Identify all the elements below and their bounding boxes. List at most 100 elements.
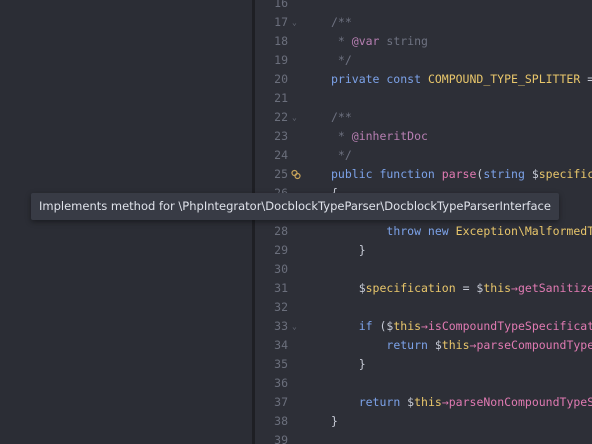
code-text: } <box>331 355 366 374</box>
code-token: /** <box>331 15 352 29</box>
line-number: 17 <box>274 15 288 29</box>
code-token: } <box>331 243 366 257</box>
code-line[interactable]: 21 <box>255 89 592 108</box>
code-token: specification <box>365 281 456 295</box>
code-text: throw new Exception\MalformedTyp <box>331 222 592 241</box>
code-line[interactable]: 32 <box>255 298 592 317</box>
code-token: this <box>483 281 512 295</box>
code-line[interactable]: 36 <box>255 374 592 393</box>
code-token: Exception\MalformedTyp <box>455 224 592 238</box>
code-line[interactable]: 31 $specification = $this→getSanitized <box>255 279 592 298</box>
code-line[interactable]: 28 throw new Exception\MalformedTyp <box>255 222 592 241</box>
code-text: if ($this→isCompoundTypeSpecificati <box>331 317 592 336</box>
line-number: 24 <box>274 148 288 162</box>
fold-chevron-icon[interactable]: ⌄ <box>292 108 297 127</box>
code-text: } <box>331 241 366 260</box>
code-line[interactable]: 38} <box>255 412 592 431</box>
code-text: return $this→parseCompoundType <box>331 336 592 355</box>
code-text: /** <box>331 108 352 127</box>
code-text: * @var string <box>331 32 428 51</box>
code-line[interactable]: 24 */ <box>255 146 592 165</box>
code-token: public function <box>331 167 442 181</box>
code-text: * @inheritDoc <box>331 127 428 146</box>
code-text: */ <box>331 146 352 165</box>
code-token: → <box>441 395 449 409</box>
code-text: /** <box>331 13 352 32</box>
code-line[interactable]: 30 <box>255 260 592 279</box>
line-number: 18 <box>274 34 288 48</box>
code-text: private const COMPOUND_TYPE_SPLITTER = ' <box>331 70 592 89</box>
fold-chevron-icon[interactable]: ⌄ <box>292 13 297 32</box>
line-number: 36 <box>274 376 288 390</box>
code-token: if <box>358 319 380 333</box>
code-token: string <box>379 34 428 48</box>
code-token: string <box>483 167 532 181</box>
code-text: } <box>331 412 338 431</box>
code-line[interactable]: 25 public function parse(string $specific… <box>255 165 592 184</box>
code-line[interactable]: 29 } <box>255 241 592 260</box>
line-number: 28 <box>274 224 288 238</box>
line-number: 22 <box>274 110 288 124</box>
code-token: COMPOUND_TYPE_SPLITTER <box>427 72 581 86</box>
code-token: this <box>441 338 470 352</box>
line-number: 23 <box>274 129 288 143</box>
code-token: getSanitized <box>517 281 592 295</box>
code-token: } <box>331 414 338 428</box>
code-token: @var <box>351 34 380 48</box>
code-token: parse <box>441 167 477 181</box>
line-number: 19 <box>274 53 288 67</box>
code-text: public function parse(string $specificat <box>331 165 592 184</box>
code-line[interactable]: 34 return $this→parseCompoundType <box>255 336 592 355</box>
code-line[interactable]: 35 } <box>255 355 592 374</box>
code-text: */ <box>331 51 352 70</box>
implements-tooltip: Implements method for \PhpIntegrator\Doc… <box>31 193 559 220</box>
line-number: 20 <box>274 72 288 86</box>
code-line[interactable]: 19 */ <box>255 51 592 70</box>
implements-icon[interactable] <box>291 169 301 180</box>
code-line[interactable]: 37 return $this→parseNonCompoundTypeSp <box>255 393 592 412</box>
fold-chevron-icon[interactable]: ⌄ <box>292 317 297 336</box>
code-token: private const <box>331 72 428 86</box>
line-number: 30 <box>274 262 288 276</box>
code-token: parseCompoundType <box>476 338 592 352</box>
code-token: = <box>587 72 592 86</box>
code-token: → <box>421 319 428 333</box>
code-text: return $this→parseNonCompoundTypeSp <box>331 393 592 412</box>
code-token: return <box>358 395 408 409</box>
code-token: this <box>414 395 442 409</box>
line-number: 37 <box>274 395 288 409</box>
code-token: $ <box>531 167 539 181</box>
code-token: $ <box>331 281 366 295</box>
code-line[interactable]: 23 * @inheritDoc <box>255 127 592 146</box>
line-number: 33 <box>274 319 288 333</box>
code-token: → <box>511 281 518 295</box>
code-token: */ <box>331 148 352 162</box>
line-number: 34 <box>274 338 288 352</box>
code-token: /** <box>331 110 352 124</box>
line-number: 39 <box>274 433 288 444</box>
line-number: 25 <box>274 167 288 181</box>
line-number: 35 <box>274 357 288 371</box>
code-line[interactable]: 22 ⌄ /** <box>255 108 592 127</box>
code-token: } <box>331 357 366 371</box>
code-token: * <box>331 34 352 48</box>
left-editor-pane[interactable] <box>0 0 252 444</box>
code-line[interactable]: 39 <box>255 431 592 444</box>
code-line[interactable]: 33 ⌄ if ($this→isCompoundTypeSpecificati <box>255 317 592 336</box>
code-line[interactable]: 20 private const COMPOUND_TYPE_SPLITTER =… <box>255 70 592 89</box>
code-line[interactable]: 18 * @var string <box>255 32 592 51</box>
code-line[interactable]: 16 <box>255 0 592 13</box>
code-line[interactable]: 17 ⌄ /** <box>255 13 592 32</box>
line-number: 29 <box>274 243 288 257</box>
code-token: return <box>386 338 435 352</box>
code-token: specificat <box>538 167 592 181</box>
code-token: ($ <box>379 319 394 333</box>
code-editor[interactable]: 16 17 ⌄/** 18 * @var string 19 */20 private c… <box>255 0 592 444</box>
code-token: @inheritDoc <box>351 129 428 143</box>
line-number: 21 <box>274 91 288 105</box>
code-token: * <box>331 129 352 143</box>
